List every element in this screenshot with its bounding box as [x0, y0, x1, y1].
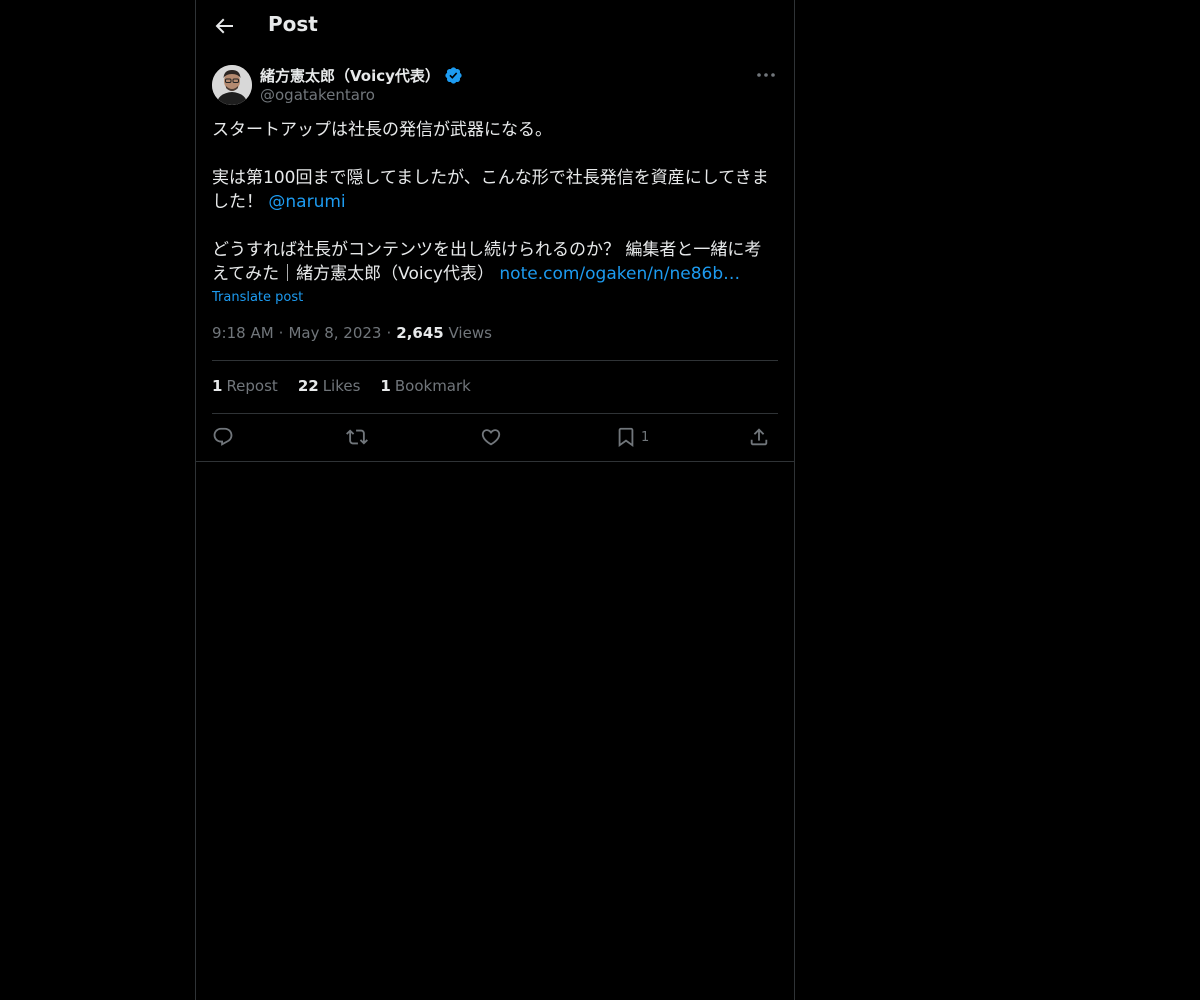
- post-date[interactable]: May 8, 2023: [288, 324, 381, 342]
- reply-icon: [213, 427, 233, 446]
- reposts-stat[interactable]: 1 Repost: [212, 377, 278, 395]
- post-author: 緒方憲太郎（Voicy代表） @ogatakentaro: [212, 65, 778, 105]
- post-line-3: どうすれば社長がコンテンツを出し続けられるのか？ 編集者と一緒に考えてみた｜緒方…: [212, 238, 778, 286]
- reposts-label: Repost: [226, 377, 278, 395]
- divider: [212, 413, 778, 414]
- bookmarks-label: Bookmark: [394, 377, 471, 395]
- post-column: Post 緒方憲太郎（Voicy代表） @ogatakentaro スタートアッ…: [195, 0, 795, 1000]
- likes-stat[interactable]: 22 Likes: [298, 377, 361, 395]
- avatar[interactable]: [212, 65, 252, 105]
- action-bar: 1: [212, 424, 778, 450]
- share-icon: [750, 428, 768, 446]
- back-button[interactable]: [212, 14, 236, 38]
- more-button[interactable]: [754, 65, 778, 85]
- divider: [212, 360, 778, 361]
- back-arrow-icon: [215, 18, 233, 34]
- views-count: 2,645: [396, 324, 444, 342]
- verified-badge-icon: [445, 66, 462, 84]
- author-handle[interactable]: @ogatakentaro: [260, 86, 375, 104]
- views-label: Views: [448, 324, 492, 342]
- post-bottom-border: [196, 461, 794, 462]
- bookmarks-stat[interactable]: 1 Bookmark: [380, 377, 470, 395]
- bookmark-icon: [618, 427, 634, 448]
- reply-button[interactable]: [212, 424, 234, 450]
- post-time[interactable]: 9:18 AM: [212, 324, 274, 342]
- post-line-2: 実は第100回まで隠してましたが、こんな形で社長発信を資産にしてきました！ @n…: [212, 166, 778, 214]
- repost-icon: [346, 429, 368, 445]
- engagement-stats: 1 Repost 22 Likes 1 Bookmark: [212, 377, 491, 395]
- post-meta: 9:18 AM · May 8, 2023 · 2,645 Views: [212, 324, 492, 342]
- post-line-1: スタートアップは社長の発信が武器になる。: [212, 120, 552, 140]
- share-button[interactable]: [748, 424, 770, 450]
- bookmarks-count: 1: [380, 377, 391, 395]
- name-row: 緒方憲太郎（Voicy代表）: [260, 65, 463, 85]
- likes-label: Likes: [322, 377, 361, 395]
- post-text: スタートアップは社長の発信が武器になる。 実は第100回まで隠してましたが、こん…: [212, 118, 778, 286]
- avatar-image: [212, 65, 252, 105]
- more-icon: [757, 73, 775, 77]
- likes-count: 22: [297, 377, 319, 395]
- repost-button[interactable]: [346, 424, 368, 450]
- mention-link[interactable]: @narumi: [268, 192, 345, 212]
- bookmark-count: 1: [641, 429, 650, 445]
- page-title: Post: [268, 12, 318, 36]
- external-link[interactable]: note.com/ogaken/n/ne86b…: [499, 264, 740, 284]
- like-button[interactable]: [480, 424, 502, 450]
- reposts-count: 1: [212, 377, 223, 395]
- like-icon: [481, 429, 501, 446]
- bookmark-button[interactable]: 1: [615, 424, 649, 450]
- header: Post: [196, 0, 794, 53]
- translate-post-link[interactable]: Translate post: [212, 290, 303, 305]
- author-name[interactable]: 緒方憲太郎（Voicy代表）: [260, 65, 440, 86]
